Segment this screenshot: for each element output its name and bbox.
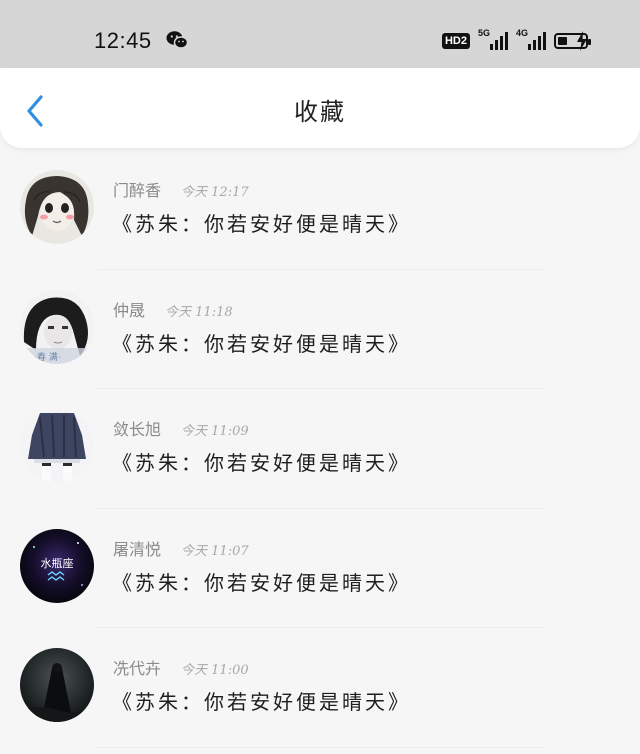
aquarius-avatar-icon: 水瓶座 — [20, 528, 94, 603]
avatar[interactable]: ·春 满· — [20, 289, 94, 364]
item-meta: 门醉香 今天 12:17 — [113, 177, 249, 201]
avatar-caption: 水瓶座 — [41, 556, 74, 570]
charging-bolt-icon — [577, 31, 587, 51]
favorites-list: 门醉香 今天 12:17 《苏朱：你若安好便是晴天》 ·春 满· 仲晟 今天 1… — [0, 150, 640, 748]
username: 仲晟 — [113, 300, 146, 320]
list-item[interactable]: 水瓶座 屠清悦 今天 11:07 《苏朱：你若安好便是晴天》 — [0, 509, 640, 628]
username: 门醉香 — [113, 181, 162, 200]
avatar[interactable] — [20, 409, 94, 483]
timestamp: 今天 11:09 — [181, 424, 249, 439]
avatar[interactable]: 水瓶座 — [20, 528, 94, 603]
status-indicators: HD2 5G 4G — [441, 28, 591, 52]
username: 冼代卉 — [113, 659, 162, 678]
status-time: 12:45 — [94, 28, 152, 53]
message-text: 《苏朱：你若安好便是晴天》 — [112, 331, 411, 356]
item-meta: 屠清悦 今天 11:07 — [113, 536, 249, 560]
girl-drawing-avatar-icon — [20, 170, 94, 244]
item-meta: 敛长旭 今天 11:09 — [113, 416, 249, 440]
wechat-icon — [166, 31, 188, 49]
list-item[interactable]: ·春 满· 仲晟 今天 11:18 《苏朱：你若安好便是晴天》 — [0, 270, 640, 389]
message-text: 《苏朱：你若安好便是晴天》 — [112, 212, 411, 236]
item-meta: 仲晟 今天 11:18 — [113, 297, 233, 321]
avatar[interactable] — [20, 648, 94, 722]
page-title: 收藏 — [294, 98, 346, 126]
skirt-avatar-icon — [20, 409, 94, 483]
svg-text:·春 满·: ·春 满· — [34, 351, 61, 363]
username: 屠清悦 — [113, 539, 162, 559]
hd-voice-icon: HD2 — [441, 33, 470, 49]
item-meta: 冼代卉 今天 11:00 — [113, 655, 249, 679]
message-text: 《苏朱：你若安好便是晴天》 — [112, 690, 411, 714]
dark-figure-avatar-icon — [20, 648, 94, 722]
username: 敛长旭 — [113, 420, 162, 439]
timestamp: 今天 11:07 — [181, 543, 249, 559]
timestamp: 今天 12:17 — [181, 185, 249, 200]
girl-photo-avatar-icon: ·春 满· — [20, 289, 94, 364]
list-item[interactable]: 敛长旭 今天 11:09 《苏朱：你若安好便是晴天》 — [0, 389, 640, 509]
divider — [98, 746, 544, 748]
timestamp: 今天 11:00 — [181, 663, 249, 678]
message-text: 《苏朱：你若安好便是晴天》 — [112, 570, 411, 595]
signal-5g-icon: 5G — [478, 28, 508, 52]
status-bar: 12:45 HD2 5G 4G — [0, 0, 640, 68]
list-item[interactable]: 门醉香 今天 12:17 《苏朱：你若安好便是晴天》 — [0, 150, 640, 270]
signal-4g-icon: 4G — [516, 28, 546, 52]
battery-level — [558, 37, 568, 45]
list-item[interactable]: 冼代卉 今天 11:00 《苏朱：你若安好便是晴天》 — [0, 628, 640, 748]
message-text: 《苏朱：你若安好便是晴天》 — [112, 451, 411, 475]
avatar[interactable] — [20, 170, 94, 244]
nav-header: 收藏 — [0, 68, 640, 148]
timestamp: 今天 11:18 — [165, 304, 233, 320]
